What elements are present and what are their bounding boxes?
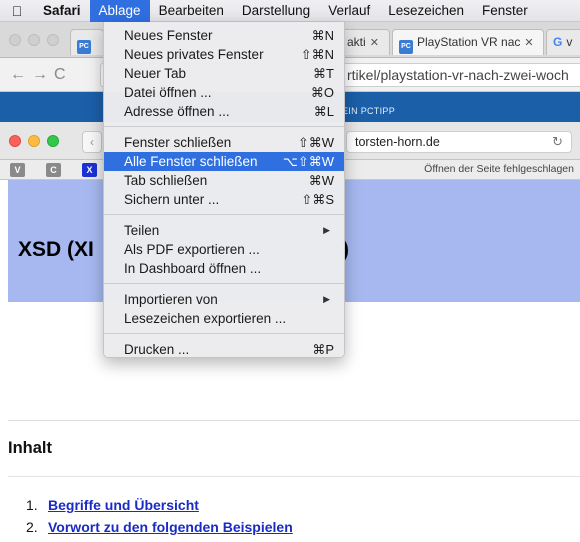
menu-item-importieren-von[interactable]: Importieren von ▶ (104, 290, 344, 309)
toc-link-begriffe[interactable]: Begriffe und Übersicht (48, 497, 199, 513)
submenu-arrow-icon: ▶ (323, 225, 330, 235)
ablage-dropdown-menu: Neues Fenster ⌘N Neues privates Fenster ⇧⌘… (103, 22, 345, 358)
chevron-left-icon: ‹ (90, 135, 94, 149)
back-window-controls (9, 34, 59, 46)
shortcut: ⌘N (311, 28, 334, 43)
google-favicon-icon: G (553, 35, 563, 49)
pctipp-favicon-icon: PC (77, 40, 91, 54)
back-button[interactable]: ‹ (82, 131, 102, 153)
shortcut: ⌘O (310, 85, 334, 100)
menu-item-sichern-unter[interactable]: Sichern unter ... ⇧⌘S (104, 190, 344, 209)
menu-item-neues-privates-fenster[interactable]: Neues privates Fenster ⇧⌘N (104, 45, 344, 64)
shortcut: ⇧⌘S (301, 192, 334, 207)
submenu-arrow-icon: ▶ (323, 294, 330, 304)
close-window-icon[interactable] (9, 34, 21, 46)
shortcut: ⌘L (313, 104, 334, 119)
divider (8, 476, 580, 477)
menu-separator (104, 283, 344, 284)
load-error-message: Öffnen der Seite fehlgeschlagen (424, 163, 574, 175)
toc-number: 2. (26, 519, 38, 535)
contents-heading: Inhalt (8, 439, 52, 457)
menu-item-neues-fenster[interactable]: Neues Fenster ⌘N (104, 26, 344, 45)
minimize-window-icon[interactable] (28, 135, 40, 147)
shortcut: ⌘W (308, 173, 334, 188)
bookmark-v[interactable]: V (10, 163, 25, 177)
shortcut: ⇧⌘W (297, 135, 334, 150)
page-title: XSD (XI (18, 238, 94, 261)
close-tab-icon[interactable]: ✕ (370, 37, 379, 49)
menu-separator (104, 126, 344, 127)
menu-item-neuer-tab[interactable]: Neuer Tab ⌘T (104, 64, 344, 83)
menu-safari[interactable]: Safari (34, 0, 90, 22)
tab-google[interactable]: Gv (546, 29, 580, 55)
zoom-window-icon[interactable] (47, 135, 59, 147)
menu-separator (104, 333, 344, 334)
menu-item-alle-fenster-schliessen[interactable]: Alle Fenster schließen ⌥⇧⌘W (104, 152, 344, 171)
apple-icon[interactable]:  (0, 3, 34, 19)
front-window-controls (9, 135, 59, 147)
menu-ablage[interactable]: Ablage (89, 0, 150, 22)
close-tab-icon[interactable]: ✕ (524, 37, 533, 49)
zoom-window-icon[interactable] (47, 34, 59, 46)
shortcut: ⌘P (312, 342, 334, 357)
tab-article[interactable]: akti ✕ (340, 29, 390, 55)
menu-item-lesezeichen-exportieren[interactable]: Lesezeichen exportieren ... (104, 309, 344, 328)
toc-item: 1. Begriffe und Übersicht (26, 497, 293, 519)
menu-item-in-dashboard-oeffnen[interactable]: In Dashboard öffnen ... (104, 259, 344, 278)
tab-pctipp[interactable]: PC (70, 29, 104, 55)
menu-item-adresse-oeffnen[interactable]: Adresse öffnen ... ⌘L (104, 102, 344, 121)
menu-bearbeiten[interactable]: Bearbeiten (150, 0, 233, 22)
shortcut: ⌥⇧⌘W (282, 154, 334, 169)
minimize-window-icon[interactable] (28, 34, 40, 46)
toc-number: 1. (26, 497, 38, 513)
menu-separator (104, 214, 344, 215)
shortcut: ⌘T (313, 66, 334, 81)
bookmark-x[interactable]: X (82, 163, 97, 177)
bookmark-c[interactable]: C (46, 163, 61, 177)
divider (8, 420, 580, 421)
menu-bar:  Safari Ablage Bearbeiten Darstellung V… (0, 0, 580, 22)
menu-verlauf[interactable]: Verlauf (319, 0, 379, 22)
menu-item-datei-oeffnen[interactable]: Datei öffnen ... ⌘O (104, 83, 344, 102)
toc-item: 2. Vorwort zu den folgenden Beispielen (26, 519, 293, 541)
table-of-contents: 1. Begriffe und Übersicht 2. Vorwort zu de… (26, 497, 293, 541)
url-text: torsten-horn.de (355, 135, 440, 149)
pctipp-favicon-icon: PC (399, 40, 413, 54)
menu-fenster[interactable]: Fenster (473, 0, 537, 22)
back-forward-icons[interactable]: ←→C (10, 66, 72, 84)
address-field[interactable]: torsten-horn.de ↻ (346, 131, 572, 153)
shortcut: ⇧⌘N (300, 47, 334, 62)
menu-item-fenster-schliessen[interactable]: Fenster schließen ⇧⌘W (104, 133, 344, 152)
menu-darstellung[interactable]: Darstellung (233, 0, 319, 22)
menu-item-teilen[interactable]: Teilen ▶ (104, 221, 344, 240)
close-window-icon[interactable] (9, 135, 21, 147)
toc-link-vorwort[interactable]: Vorwort zu den folgenden Beispielen (48, 519, 293, 535)
menu-item-als-pdf-exportieren[interactable]: Als PDF exportieren ... (104, 240, 344, 259)
menu-lesezeichen[interactable]: Lesezeichen (379, 0, 473, 22)
tab-playstation-vr[interactable]: PC PlayStation VR nac ✕ (392, 29, 544, 55)
menu-item-tab-schliessen[interactable]: Tab schließen ⌘W (104, 171, 344, 190)
reload-icon[interactable]: ↻ (552, 132, 563, 152)
menu-item-drucken[interactable]: Drucken ... ⌘P (104, 340, 344, 359)
